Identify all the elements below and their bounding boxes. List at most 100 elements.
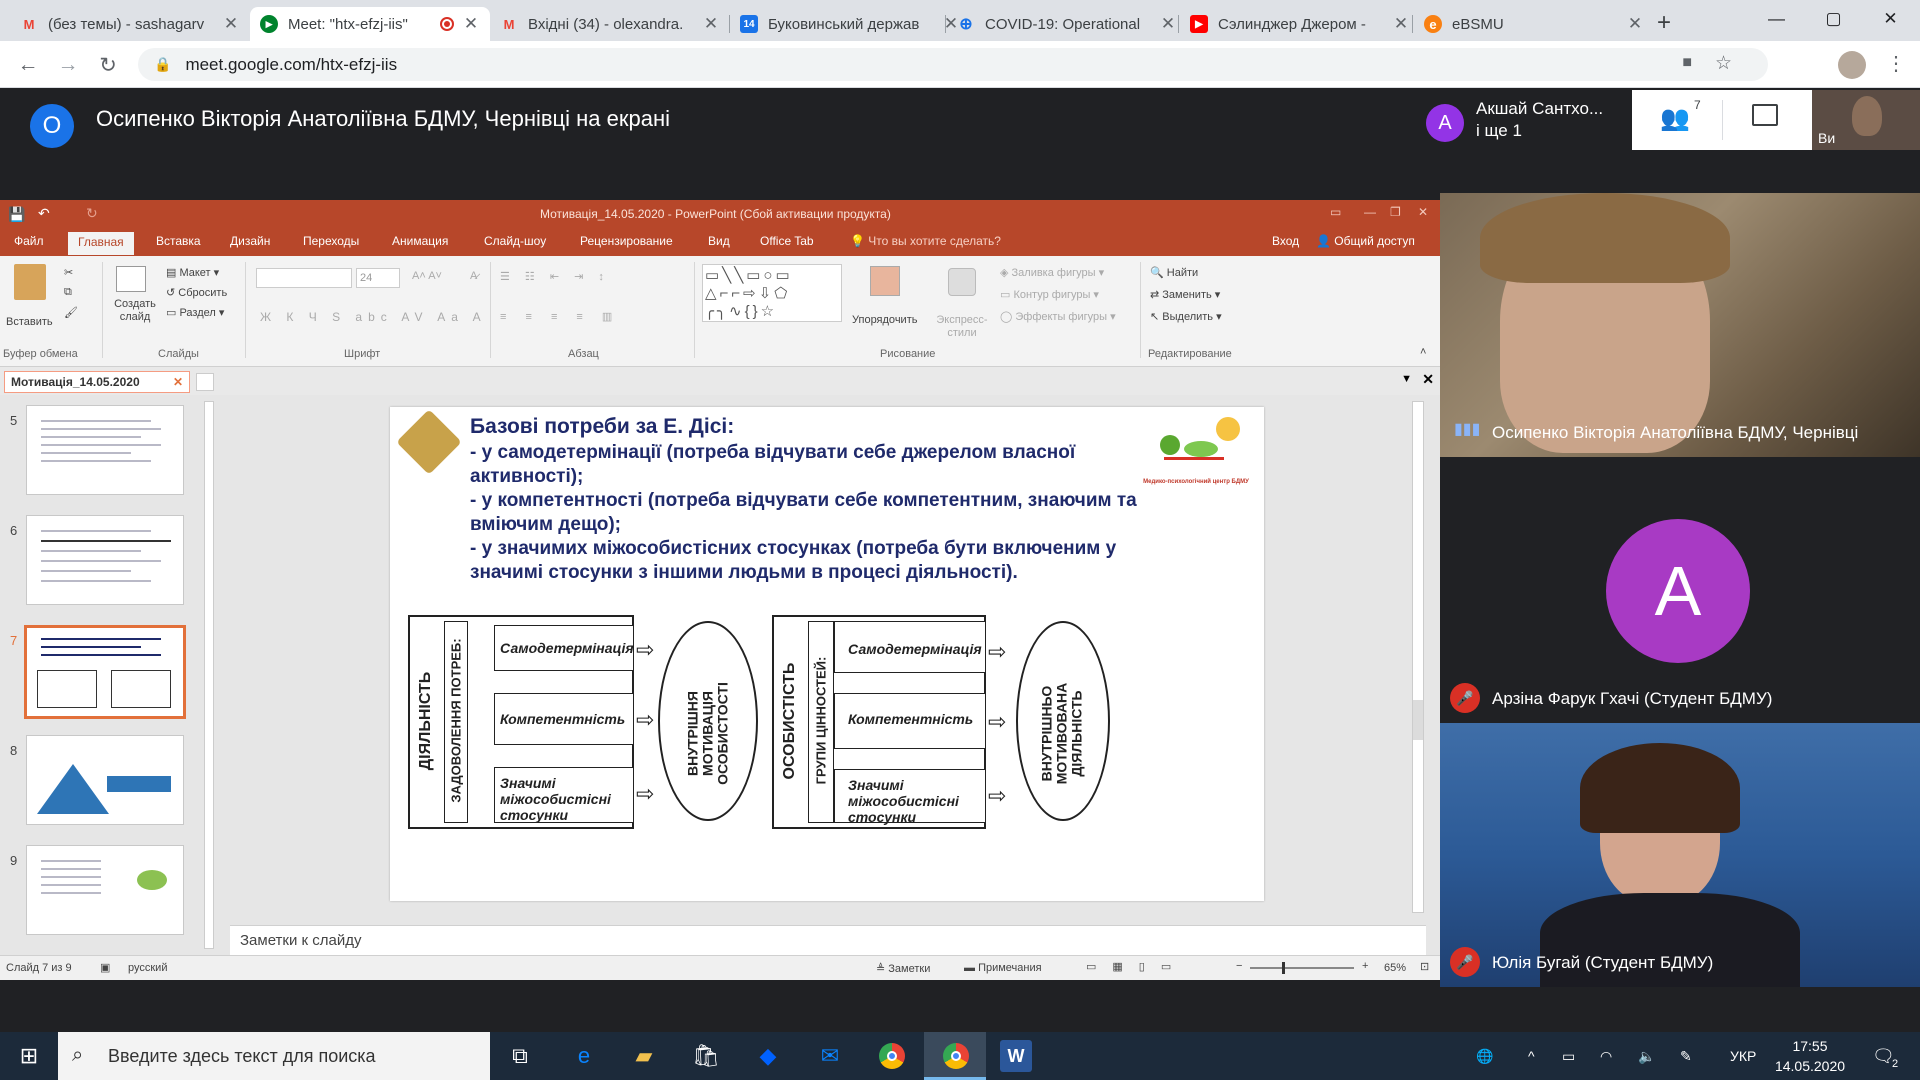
redo-icon[interactable]: ↻ xyxy=(86,205,98,222)
notes-field[interactable]: Заметки к слайду xyxy=(230,925,1426,955)
chrome-icon[interactable] xyxy=(876,1040,908,1072)
task-view-icon[interactable]: ⧉ xyxy=(504,1040,536,1072)
paste-icon[interactable] xyxy=(14,264,46,300)
arrange-button[interactable]: Упорядочить xyxy=(852,314,917,326)
section-button[interactable]: ▭ Раздел ▾ xyxy=(166,306,224,319)
find-button[interactable]: 🔍 Найти xyxy=(1150,266,1198,279)
undo-icon[interactable]: ↶ xyxy=(38,205,50,222)
tab-transitions[interactable]: Переходы xyxy=(303,234,359,248)
tab-list-icon[interactable]: ▼ xyxy=(1401,373,1412,385)
tray-expand-icon[interactable]: ^ xyxy=(1528,1032,1535,1080)
pen-icon[interactable]: ✎ xyxy=(1680,1032,1692,1080)
reload-icon[interactable]: ↻ xyxy=(93,50,123,80)
slide-thumbnail-selected[interactable] xyxy=(24,625,186,719)
taskbar-search[interactable]: ⌕ Введите здесь текст для поиска xyxy=(58,1032,490,1080)
restore-icon[interactable]: ❐ xyxy=(1390,205,1401,219)
zoom-out[interactable]: − xyxy=(1236,960,1242,972)
collapse-ribbon-icon[interactable]: ˄ xyxy=(1420,346,1426,358)
view-buttons[interactable]: ▭▦▯▭ xyxy=(1086,960,1187,973)
notes-toggle[interactable]: ≜ Заметки xyxy=(876,962,930,975)
arrange-icon[interactable] xyxy=(870,266,900,296)
zoom-in[interactable]: + xyxy=(1362,960,1368,972)
wifi-icon[interactable]: ◠ xyxy=(1600,1032,1612,1080)
copy-icon[interactable]: ⧉ xyxy=(64,286,72,299)
fit-to-window-icon[interactable]: ⊡ xyxy=(1420,960,1429,973)
new-slide-button[interactable]: Создать слайд xyxy=(110,298,160,324)
save-icon[interactable]: 💾 xyxy=(8,206,25,223)
browser-tab[interactable]: ⊕ COVID-19: Operational ✕ xyxy=(947,7,1187,41)
replace-button[interactable]: ⇄ Заменить ▾ xyxy=(1150,288,1220,301)
format-painter-icon[interactable]: 🖌 xyxy=(64,306,78,319)
tab-review[interactable]: Рецензирование xyxy=(580,234,673,248)
cut-icon[interactable]: ✂ xyxy=(64,266,73,279)
zoom-thumb[interactable] xyxy=(1282,962,1285,974)
font-style-buttons[interactable]: Ж К Ч S abc AV Aa A xyxy=(260,310,487,324)
font-name-field[interactable] xyxy=(256,268,352,288)
sign-in-link[interactable]: Вход xyxy=(1272,234,1299,248)
video-tile-participant[interactable]: 🎤 Юлія Бугай (Студент БДМУ) xyxy=(1440,723,1920,987)
comments-toggle[interactable]: ▬ Примечания xyxy=(964,962,1042,974)
close-tab-icon[interactable]: ✕ xyxy=(462,14,480,34)
video-tile-participant[interactable]: А 🎤 Арзіна Фарук Гхачі (Студент БДМУ) xyxy=(1440,459,1920,723)
tab-home[interactable]: Главная xyxy=(68,232,134,255)
tab-slideshow[interactable]: Слайд-шоу xyxy=(484,234,546,248)
quick-styles-button[interactable]: Экспресс-стили xyxy=(932,314,992,340)
camera-icon[interactable]: ■ xyxy=(1682,54,1692,72)
zoom-slider[interactable] xyxy=(1250,967,1354,969)
share-button[interactable]: 👤 Общий доступ xyxy=(1316,234,1415,248)
browser-tab-active[interactable]: ▸ Meet: "htx-efzj-iis" ✕ xyxy=(250,7,490,41)
browser-tab[interactable]: e eBSMU ✕ xyxy=(1414,7,1654,41)
close-tab-icon[interactable]: ✕ xyxy=(1159,14,1177,34)
shape-fill-button[interactable]: ◈ Заливка фигуры ▾ xyxy=(1000,266,1104,279)
spellcheck-icon[interactable]: ▣ xyxy=(100,961,110,974)
shape-outline-button[interactable]: ▭ Контур фигуры ▾ xyxy=(1000,288,1099,301)
battery-icon[interactable]: ▭ xyxy=(1562,1032,1575,1080)
close-tab-icon[interactable]: ✕ xyxy=(1626,14,1644,34)
chat-icon[interactable] xyxy=(1752,104,1778,126)
participant-chip[interactable]: А Акшай Сантхо... і ще 1 xyxy=(1418,90,1630,150)
select-button[interactable]: ↖ Выделить ▾ xyxy=(1150,310,1222,323)
browser-tab[interactable]: 14 Буковинський держав ✕ xyxy=(730,7,970,41)
video-tile-presenter[interactable]: ▮▮▮ Осипенко Вікторія Анатоліївна БДМУ, … xyxy=(1440,193,1920,457)
browser-tab[interactable]: ▶ Сэлинджер Джером - ✕ xyxy=(1180,7,1420,41)
layout-button[interactable]: ▤ Макет ▾ xyxy=(166,266,219,279)
align-buttons[interactable]: ≡ ≡ ≡ ≡ ▥ xyxy=(500,310,620,323)
forward-icon[interactable]: → xyxy=(53,50,83,80)
slide-thumbnail[interactable] xyxy=(26,515,184,605)
tab-animation[interactable]: Анимация xyxy=(392,234,448,248)
slide-scrollbar[interactable] xyxy=(1412,401,1424,913)
maximize-button[interactable]: ▢ xyxy=(1805,0,1862,38)
close-all-icon[interactable]: ✕ xyxy=(1422,371,1434,388)
file-explorer-icon[interactable]: ▰ xyxy=(628,1040,660,1072)
clock[interactable]: 17:55 14.05.2020 xyxy=(1770,1036,1850,1076)
ribbon-display-icon[interactable]: ▭ xyxy=(1330,205,1341,219)
language-indicator[interactable]: русский xyxy=(128,962,167,974)
tab-office-tab[interactable]: Office Tab xyxy=(760,234,814,248)
windows-start-icon[interactable]: ⊞ xyxy=(13,1040,45,1072)
new-slide-icon[interactable] xyxy=(116,266,146,292)
list-buttons[interactable]: ☰ ☷ ⇤ ⇥ ↕ xyxy=(500,270,610,283)
shapes-gallery[interactable]: ▭╲╲▭○▭ △⌐⌐⇨⇩⬠ ╭╮∿{}☆ xyxy=(702,264,842,322)
tab-insert[interactable]: Вставка xyxy=(156,234,201,248)
shape-effects-button[interactable]: ◯ Эффекты фигуры ▾ xyxy=(1000,310,1116,323)
tab-design[interactable]: Дизайн xyxy=(230,234,270,248)
slide-thumbnail[interactable] xyxy=(26,735,184,825)
profile-avatar[interactable] xyxy=(1838,51,1866,79)
back-icon[interactable]: ← xyxy=(13,50,43,80)
close-tab-icon[interactable]: ✕ xyxy=(222,14,240,34)
url-field[interactable]: 🔒 meet.google.com/htx-efzj-iis ■ ☆ xyxy=(138,48,1768,81)
close-icon[interactable]: ✕ xyxy=(1418,205,1428,219)
document-tab[interactable]: Мотивація_14.05.2020 ✕ xyxy=(4,371,190,393)
reset-button[interactable]: ↺ Сбросить xyxy=(166,286,227,299)
clear-format-icon[interactable]: A̷ xyxy=(470,270,477,282)
close-tab-icon[interactable]: ✕ xyxy=(702,14,720,34)
minimize-icon[interactable]: — xyxy=(1364,205,1376,219)
slide-thumbnail[interactable] xyxy=(26,405,184,495)
close-tab-icon[interactable]: ✕ xyxy=(1392,14,1410,34)
tab-view[interactable]: Вид xyxy=(708,234,730,248)
language-indicator[interactable]: УКР xyxy=(1730,1032,1756,1080)
new-tab-button[interactable]: + xyxy=(1657,9,1671,37)
menu-kebab-icon[interactable]: ⋮ xyxy=(1886,51,1906,76)
word-icon[interactable]: W xyxy=(1000,1040,1032,1072)
slide-thumbnail[interactable] xyxy=(26,845,184,935)
